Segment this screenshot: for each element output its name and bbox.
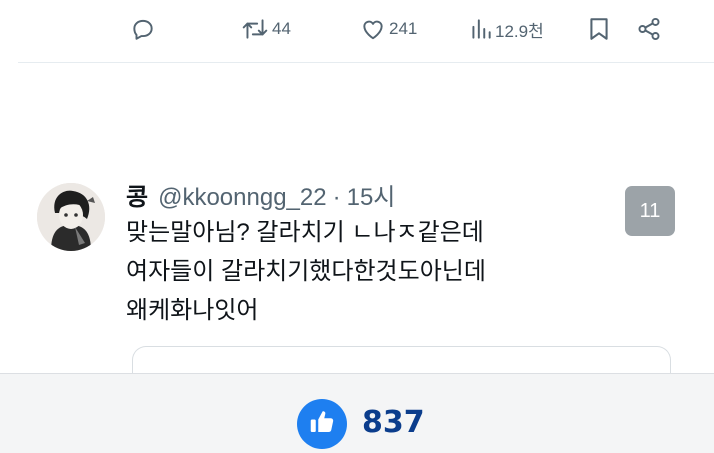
avatar[interactable] xyxy=(37,183,105,251)
thumbs-up-icon xyxy=(307,407,337,442)
count-badge: 11 xyxy=(625,186,675,236)
recommend-count: 837 xyxy=(362,405,425,440)
like-button[interactable]: 241 xyxy=(360,14,417,44)
share-icon xyxy=(636,16,662,42)
reply-text-line: 왜케화나잇어 xyxy=(126,297,259,324)
share-button[interactable] xyxy=(636,14,662,44)
retweet-count: 44 xyxy=(272,19,291,38)
view-count: 12.9천 xyxy=(495,21,544,41)
user-handle[interactable]: @kkoonngg_22 xyxy=(158,184,327,212)
recommend-button[interactable] xyxy=(297,399,347,449)
heart-icon xyxy=(360,16,386,42)
retweet-icon xyxy=(241,16,269,42)
reply-icon xyxy=(130,16,156,42)
reply-text: 맞는말아님? 갈라치기 ㄴ나ㅈ같은데 여자들이 갈라치기했다한것도아닌데 왜케화… xyxy=(126,213,626,330)
retweet-button[interactable]: 44 xyxy=(241,14,291,44)
like-count: 241 xyxy=(389,19,418,38)
bookmark-button[interactable] xyxy=(587,14,611,44)
divider xyxy=(18,62,714,63)
views-icon xyxy=(470,16,492,42)
reply-tweet[interactable]: 콩 @kkoonngg_22 · 15시 맞는말아님? 갈라치기 ㄴ나ㅈ같은데 … xyxy=(0,165,714,377)
bookmark-icon xyxy=(587,16,611,42)
reply-text-line: 여자들이 갈라치기했다한것도아닌데 xyxy=(126,258,486,285)
views-button[interactable]: 12.9천 xyxy=(470,14,544,44)
timestamp[interactable]: 15시 xyxy=(347,177,396,212)
reply-text-line: 맞는말아님? 갈라치기 ㄴ나ㅈ같은데 xyxy=(126,219,484,246)
recommend-bar: 837 xyxy=(0,373,714,453)
separator-dot: · xyxy=(332,184,341,211)
display-name[interactable]: 콩 xyxy=(126,177,148,212)
reply-header: 콩 @kkoonngg_22 · 15시 xyxy=(126,177,395,211)
reply-button[interactable] xyxy=(130,14,156,44)
tweet-action-bar: 44 241 12.9천 xyxy=(0,0,714,62)
